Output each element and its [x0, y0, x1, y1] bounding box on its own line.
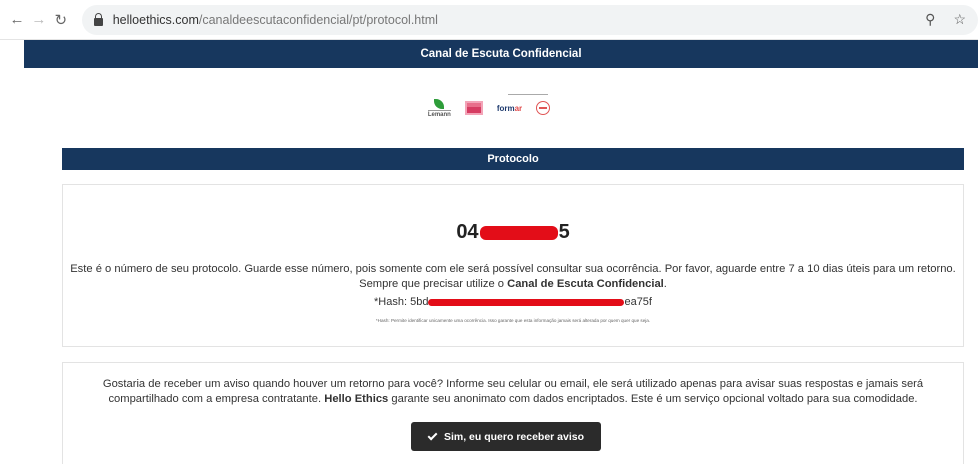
redaction-mark — [479, 225, 558, 240]
optin-text-line2-bold: Hello Ethics — [324, 393, 389, 405]
book-logo — [464, 101, 483, 115]
protocol-card: 04 5 Este é o número de seu protocolo. Gu… — [62, 184, 964, 347]
hash-redaction-mark — [428, 298, 625, 306]
protocol-message-line2-pre: Sempre que precisar utilize o — [359, 278, 508, 290]
site-header: Canal de Escuta Confidencial — [24, 40, 978, 68]
optin-text-line1: Gostaria de receber um aviso quando houv… — [102, 378, 924, 390]
star-icon[interactable]: ☆ — [953, 11, 966, 28]
leaf-icon — [434, 98, 445, 109]
zoom-icon[interactable]: ⚲ — [925, 11, 935, 28]
protocol-message-line1: Este é o número de seu protocolo. Guarde… — [70, 263, 956, 275]
check-icon — [427, 430, 438, 440]
reload-icon[interactable]: ↻ — [50, 11, 72, 29]
site-title: Canal de Escuta Confidencial — [420, 48, 582, 60]
protocol-title: Protocolo — [487, 153, 539, 165]
optin-text: Gostaria de receber um aviso quando houv… — [87, 377, 939, 407]
partner-logos: Lemann formar — [0, 68, 978, 148]
formar-logo: formar — [497, 104, 522, 113]
lock-icon[interactable] — [93, 12, 103, 26]
protocol-number-prefix: 04 — [456, 221, 479, 243]
protocol-message-line2-post: . — [663, 278, 667, 290]
lemann-logo-text: Lemann — [427, 109, 451, 118]
circle-logo — [536, 101, 551, 115]
hash-note: *Hash: Permite identificar unicamente um… — [375, 318, 651, 323]
protocol-number: 04 5 — [63, 221, 963, 244]
optin-text-line2-post: garante seu anonimato com dados encripta… — [388, 393, 918, 405]
arrow-right-icon[interactable]: → — [28, 11, 50, 28]
formar-logo-text-a: form — [496, 103, 515, 113]
url-text[interactable]: helloethics.com/canaldeescutaconfidencia… — [113, 13, 438, 27]
notification-optin-card: Gostaria de receber um aviso quando houv… — [62, 362, 964, 464]
protocol-number-suffix: 5 — [558, 221, 570, 243]
protocol-header: Protocolo — [62, 148, 964, 170]
protocol-message-line2-bold: Canal de Escuta Confidencial — [507, 278, 664, 290]
optin-text-line2-pre: compartilhado com a empresa contratante. — [108, 393, 325, 405]
hash-prefix: *Hash: 5bd — [374, 296, 429, 308]
receive-notice-button-label: Sim, eu quero receber aviso — [443, 430, 585, 443]
formar-logo-text-b: ar — [514, 103, 523, 113]
protocol-hash: *Hash: 5bd ea75f — [63, 296, 963, 308]
address-bar[interactable]: helloethics.com/canaldeescutaconfidencia… — [81, 4, 978, 35]
receive-notice-button[interactable]: Sim, eu quero receber aviso — [411, 422, 601, 451]
browser-toolbar: ← → ↻ helloethics.com/canaldeescutaconfi… — [0, 0, 978, 40]
url-domain: helloethics.com — [112, 12, 199, 27]
arrow-left-icon[interactable]: ← — [6, 11, 28, 28]
url-path: /canaldeescutaconfidencial/pt/protocol.h… — [198, 12, 438, 27]
hash-suffix: ea75f — [624, 296, 652, 308]
logos-divider — [508, 94, 548, 95]
lemann-logo: Lemann — [427, 98, 451, 118]
protocol-message: Este é o número de seu protocolo. Guarde… — [63, 262, 963, 292]
